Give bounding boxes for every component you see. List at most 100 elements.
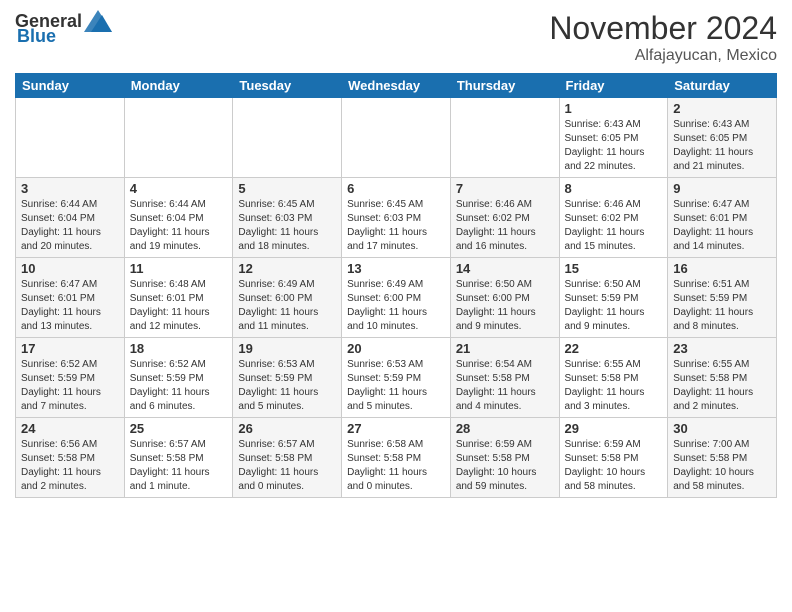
day-info: Sunrise: 6:50 AM Sunset: 5:59 PM Dayligh… [565, 278, 663, 334]
day-cell-25: 25 Sunrise: 6:57 AM Sunset: 5:58 PM Dayli… [124, 418, 233, 498]
day-info: Sunrise: 6:45 AM Sunset: 6:03 PM Dayligh… [347, 198, 445, 254]
week-row-2: 3 Sunrise: 6:44 AM Sunset: 6:04 PM Daylig… [16, 178, 777, 258]
day-number: 5 [238, 181, 336, 196]
day-number: 17 [21, 341, 119, 356]
day-info: Sunrise: 6:46 AM Sunset: 6:02 PM Dayligh… [565, 198, 663, 254]
day-info: Sunrise: 6:47 AM Sunset: 6:01 PM Dayligh… [673, 198, 771, 254]
day-info: Sunrise: 6:43 AM Sunset: 6:05 PM Dayligh… [565, 118, 663, 174]
day-info: Sunrise: 6:48 AM Sunset: 6:01 PM Dayligh… [130, 278, 228, 334]
day-info: Sunrise: 6:59 AM Sunset: 5:58 PM Dayligh… [565, 438, 663, 494]
day-cell-20: 20 Sunrise: 6:53 AM Sunset: 5:59 PM Dayli… [342, 338, 451, 418]
title-section: November 2024 Alfajayucan, Mexico [549, 10, 777, 65]
day-header-saturday: Saturday [668, 74, 777, 98]
day-number: 24 [21, 421, 119, 436]
day-info: Sunrise: 6:55 AM Sunset: 5:58 PM Dayligh… [673, 358, 771, 414]
day-number: 16 [673, 261, 771, 276]
week-row-3: 10 Sunrise: 6:47 AM Sunset: 6:01 PM Dayli… [16, 258, 777, 338]
day-info: Sunrise: 6:49 AM Sunset: 6:00 PM Dayligh… [238, 278, 336, 334]
day-cell-8: 8Sunrise: 6:46 AM Sunset: 6:02 PM Daylig… [559, 178, 668, 258]
day-header-sunday: Sunday [16, 74, 125, 98]
empty-cell [342, 98, 451, 178]
day-number: 30 [673, 421, 771, 436]
day-cell-5: 5 Sunrise: 6:45 AM Sunset: 6:03 PM Daylig… [233, 178, 342, 258]
day-cell-1: 1 Sunrise: 6:43 AM Sunset: 6:05 PM Daylig… [559, 98, 668, 178]
day-cell-19: 19Sunrise: 6:53 AM Sunset: 5:59 PM Dayli… [233, 338, 342, 418]
day-number: 1 [565, 101, 663, 116]
day-number: 14 [456, 261, 554, 276]
day-header-wednesday: Wednesday [342, 74, 451, 98]
empty-cell [450, 98, 559, 178]
calendar-table: SundayMondayTuesdayWednesdayThursdayFrid… [15, 73, 777, 498]
day-cell-17: 17 Sunrise: 6:52 AM Sunset: 5:59 PM Dayli… [16, 338, 125, 418]
day-info: Sunrise: 6:45 AM Sunset: 6:03 PM Dayligh… [238, 198, 336, 254]
day-cell-12: 12 Sunrise: 6:49 AM Sunset: 6:00 PM Dayli… [233, 258, 342, 338]
day-number: 7 [456, 181, 554, 196]
day-cell-15: 15 Sunrise: 6:50 AM Sunset: 5:59 PM Dayli… [559, 258, 668, 338]
page-container: General Blue November 2024 Alfajayucan, … [0, 0, 792, 508]
day-number: 28 [456, 421, 554, 436]
day-cell-29: 29 Sunrise: 6:59 AM Sunset: 5:58 PM Dayli… [559, 418, 668, 498]
day-number: 13 [347, 261, 445, 276]
day-number: 9 [673, 181, 771, 196]
day-cell-7: 7 Sunrise: 6:46 AM Sunset: 6:02 PM Daylig… [450, 178, 559, 258]
day-info: Sunrise: 6:47 AM Sunset: 6:01 PM Dayligh… [21, 278, 119, 334]
day-number: 25 [130, 421, 228, 436]
week-row-1: 1 Sunrise: 6:43 AM Sunset: 6:05 PM Daylig… [16, 98, 777, 178]
day-number: 4 [130, 181, 228, 196]
day-number: 15 [565, 261, 663, 276]
day-info: Sunrise: 6:54 AM Sunset: 5:58 PM Dayligh… [456, 358, 554, 414]
day-info: Sunrise: 6:57 AM Sunset: 5:58 PM Dayligh… [238, 438, 336, 494]
header-row: SundayMondayTuesdayWednesdayThursdayFrid… [16, 74, 777, 98]
day-cell-11: 11 Sunrise: 6:48 AM Sunset: 6:01 PM Dayli… [124, 258, 233, 338]
day-number: 12 [238, 261, 336, 276]
day-cell-24: 24 Sunrise: 6:56 AM Sunset: 5:58 PM Dayli… [16, 418, 125, 498]
empty-cell [124, 98, 233, 178]
day-cell-26: 26 Sunrise: 6:57 AM Sunset: 5:58 PM Dayli… [233, 418, 342, 498]
day-cell-9: 9 Sunrise: 6:47 AM Sunset: 6:01 PM Daylig… [668, 178, 777, 258]
day-info: Sunrise: 6:43 AM Sunset: 6:05 PM Dayligh… [673, 118, 771, 174]
day-info: Sunrise: 6:53 AM Sunset: 5:59 PM Dayligh… [347, 358, 445, 414]
day-number: 27 [347, 421, 445, 436]
day-cell-27: 27 Sunrise: 6:58 AM Sunset: 5:58 PM Dayli… [342, 418, 451, 498]
day-info: Sunrise: 6:46 AM Sunset: 6:02 PM Dayligh… [456, 198, 554, 254]
month-title: November 2024 [549, 10, 777, 47]
week-row-4: 17 Sunrise: 6:52 AM Sunset: 5:59 PM Dayli… [16, 338, 777, 418]
day-number: 23 [673, 341, 771, 356]
day-info: Sunrise: 6:57 AM Sunset: 5:58 PM Dayligh… [130, 438, 228, 494]
day-cell-14: 14 Sunrise: 6:50 AM Sunset: 6:00 PM Dayli… [450, 258, 559, 338]
day-cell-3: 3Sunrise: 6:44 AM Sunset: 6:04 PM Daylig… [16, 178, 125, 258]
day-number: 6 [347, 181, 445, 196]
day-number: 20 [347, 341, 445, 356]
day-cell-21: 21 Sunrise: 6:54 AM Sunset: 5:58 PM Dayli… [450, 338, 559, 418]
day-info: Sunrise: 6:50 AM Sunset: 6:00 PM Dayligh… [456, 278, 554, 334]
day-number: 21 [456, 341, 554, 356]
day-number: 3 [21, 181, 119, 196]
day-info: Sunrise: 6:52 AM Sunset: 5:59 PM Dayligh… [21, 358, 119, 414]
day-number: 2 [673, 101, 771, 116]
day-info: Sunrise: 6:44 AM Sunset: 6:04 PM Dayligh… [130, 198, 228, 254]
day-cell-13: 13Sunrise: 6:49 AM Sunset: 6:00 PM Dayli… [342, 258, 451, 338]
empty-cell [233, 98, 342, 178]
day-cell-28: 28Sunrise: 6:59 AM Sunset: 5:58 PM Dayli… [450, 418, 559, 498]
day-info: Sunrise: 6:58 AM Sunset: 5:58 PM Dayligh… [347, 438, 445, 494]
day-number: 11 [130, 261, 228, 276]
day-cell-23: 23 Sunrise: 6:55 AM Sunset: 5:58 PM Dayli… [668, 338, 777, 418]
day-header-thursday: Thursday [450, 74, 559, 98]
day-info: Sunrise: 6:51 AM Sunset: 5:59 PM Dayligh… [673, 278, 771, 334]
day-number: 19 [238, 341, 336, 356]
logo-icon [84, 10, 112, 32]
logo-blue-text: Blue [17, 26, 56, 47]
day-number: 29 [565, 421, 663, 436]
day-number: 18 [130, 341, 228, 356]
day-number: 10 [21, 261, 119, 276]
day-number: 26 [238, 421, 336, 436]
day-cell-18: 18Sunrise: 6:52 AM Sunset: 5:59 PM Dayli… [124, 338, 233, 418]
location: Alfajayucan, Mexico [549, 47, 777, 65]
day-info: Sunrise: 6:56 AM Sunset: 5:58 PM Dayligh… [21, 438, 119, 494]
day-cell-30: 30Sunrise: 7:00 AM Sunset: 5:58 PM Dayli… [668, 418, 777, 498]
day-number: 22 [565, 341, 663, 356]
week-row-5: 24 Sunrise: 6:56 AM Sunset: 5:58 PM Dayli… [16, 418, 777, 498]
day-header-tuesday: Tuesday [233, 74, 342, 98]
day-header-monday: Monday [124, 74, 233, 98]
header: General Blue November 2024 Alfajayucan, … [15, 10, 777, 65]
